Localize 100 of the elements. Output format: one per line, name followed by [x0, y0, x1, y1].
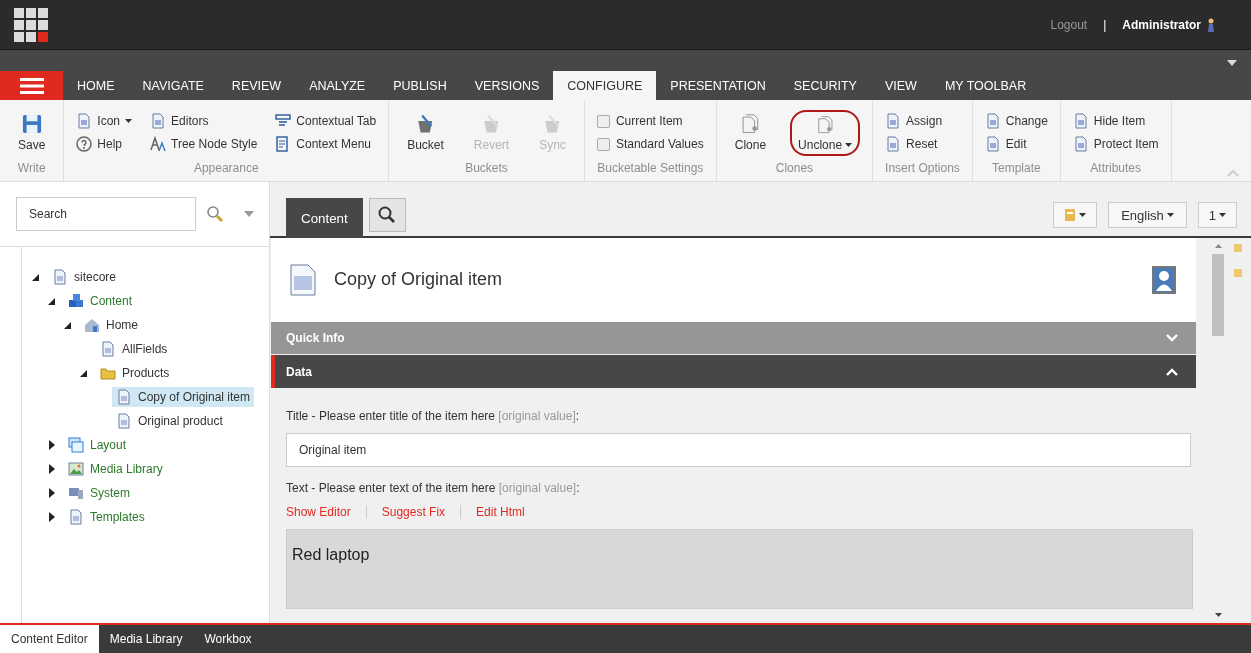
tree-item[interactable]: Templates	[64, 507, 149, 527]
language-dropdown[interactable]: English	[1108, 202, 1187, 228]
document-icon	[76, 113, 93, 129]
bottom-tab[interactable]: Workbox	[193, 625, 263, 653]
ribbon-button[interactable]: Clone	[728, 109, 773, 156]
scroll-down-icon[interactable]	[1214, 613, 1222, 617]
expand-toggle-icon[interactable]	[48, 488, 56, 498]
document-icon	[885, 113, 902, 129]
ribbon-tab[interactable]: PRESENTATION	[656, 71, 780, 100]
ribbon-tab[interactable]: MY TOOLBAR	[930, 71, 1041, 100]
ribbon-tab[interactable]: CONFIGURE	[553, 71, 657, 100]
ribbon-tab[interactable]: VERSIONS	[460, 71, 554, 100]
search-icon[interactable]	[206, 205, 224, 223]
ribbon-button[interactable]: Protect Item	[1072, 132, 1159, 156]
computer-icon	[68, 485, 84, 501]
bottom-tab[interactable]: Content Editor	[0, 625, 99, 653]
document-icon	[68, 509, 84, 525]
ribbon-tab[interactable]: PUBLISH	[379, 71, 461, 100]
scroll-up-icon[interactable]	[1214, 244, 1222, 248]
ribbon-button[interactable]: Hide Item	[1072, 109, 1159, 133]
tree-item[interactable]: Products	[96, 363, 174, 383]
group-title: Appearance	[192, 161, 260, 177]
group-title: Insert Options	[885, 161, 960, 177]
ribbon-button[interactable]: Context Menu	[275, 132, 377, 156]
tree-item[interactable]: System	[64, 483, 134, 503]
tree-item[interactable]: Copy of Original item	[112, 387, 255, 407]
collapse-caret-icon[interactable]	[1227, 60, 1237, 66]
validation-marker[interactable]	[1234, 244, 1242, 252]
scroll-thumb[interactable]	[1212, 254, 1224, 336]
ribbon-button[interactable]: Unclone	[790, 109, 861, 156]
search-button[interactable]	[368, 198, 406, 232]
tree-item[interactable]: AllFields	[96, 339, 172, 359]
rich-text-field[interactable]: Red laptop	[286, 529, 1193, 609]
ribbon-button[interactable]: Save	[12, 109, 52, 156]
document-icon	[1072, 113, 1089, 129]
expand-toggle-icon[interactable]	[48, 512, 56, 522]
search-field[interactable]: Search	[16, 197, 196, 231]
expand-toggle-icon[interactable]	[48, 440, 56, 450]
expand-toggle-icon[interactable]	[32, 272, 40, 282]
house-icon	[84, 317, 100, 333]
user-avatar-icon[interactable]	[1152, 265, 1176, 294]
ribbon-button[interactable]: Reset	[885, 132, 960, 156]
ribbon-tab[interactable]: REVIEW	[217, 71, 296, 100]
separator-text: |	[1103, 17, 1107, 32]
tree-item[interactable]: Home	[80, 315, 142, 335]
ribbon-button[interactable]: Bucket	[401, 109, 450, 156]
group-title: Template	[991, 161, 1042, 177]
ribbon-button[interactable]: Assign	[885, 109, 960, 133]
group-title: Bucketable Settings	[596, 161, 704, 177]
menu-icon	[19, 77, 44, 94]
document-icon	[150, 113, 167, 129]
expand-toggle-icon[interactable]	[48, 464, 56, 474]
ribbon-button[interactable]: Tree Node Style	[150, 132, 258, 156]
logo-icon[interactable]	[14, 7, 48, 42]
checkbox[interactable]	[596, 114, 610, 128]
checkbox-option[interactable]: Standard Values	[596, 132, 704, 156]
content-tab[interactable]: Content	[286, 198, 363, 238]
checkbox-option[interactable]: Current Item	[596, 109, 704, 133]
font-icon	[150, 136, 167, 152]
ribbon-button[interactable]: Editors	[150, 109, 258, 133]
image-icon	[68, 461, 84, 477]
label-colon: :	[575, 409, 580, 423]
ribbon-tab[interactable]: NAVIGATE	[128, 71, 218, 100]
expand-toggle-icon[interactable]	[48, 296, 56, 306]
caret-icon[interactable]	[244, 211, 254, 217]
chevron-down-icon	[1166, 334, 1178, 343]
save-icon	[20, 113, 43, 134]
user-icon	[1207, 17, 1215, 32]
editor-link[interactable]: Edit Html	[460, 505, 540, 519]
menu-button[interactable]	[0, 71, 63, 100]
ribbon-button[interactable]: Help	[76, 132, 133, 156]
bottom-tab[interactable]: Media Library	[98, 625, 194, 653]
document-icon	[885, 136, 902, 152]
ribbon-tab[interactable]: VIEW	[870, 71, 931, 100]
expand-toggle-icon[interactable]	[80, 368, 88, 378]
editor-link[interactable]: Suggest Fix	[365, 505, 461, 519]
document-icon	[116, 413, 132, 429]
ribbon-tab[interactable]: SECURITY	[779, 71, 871, 100]
windows-icon	[68, 437, 84, 453]
group-title: Buckets	[464, 161, 509, 177]
ribbon-button[interactable]: Change	[984, 109, 1048, 133]
tree-item[interactable]: Media Library	[64, 459, 167, 479]
expand-toggle-icon[interactable]	[64, 320, 72, 330]
ribbon-button[interactable]: Icon	[76, 109, 133, 133]
title-field[interactable]: Original item	[286, 433, 1191, 467]
logout-link[interactable]: Logout	[1050, 17, 1088, 32]
ribbon-button[interactable]: Contextual Tab	[275, 109, 377, 133]
ribbon-tab[interactable]: HOME	[63, 71, 129, 100]
tree-item[interactable]: sitecore	[48, 267, 121, 287]
group-title: Clones	[774, 161, 815, 177]
section-header[interactable]: Data	[271, 355, 1196, 388]
ribbon-tab[interactable]: ANALYZE	[295, 71, 380, 100]
editor-link[interactable]: Show Editor	[286, 505, 366, 519]
checkbox[interactable]	[596, 137, 610, 151]
tree-item[interactable]: Layout	[64, 435, 131, 455]
tree-item[interactable]: Content	[64, 291, 137, 311]
validation-marker[interactable]	[1234, 269, 1242, 277]
tree-item[interactable]: Original product	[112, 411, 227, 431]
version-dropdown[interactable]: 1	[1197, 202, 1237, 228]
ribbon-button[interactable]: Edit	[984, 132, 1048, 156]
